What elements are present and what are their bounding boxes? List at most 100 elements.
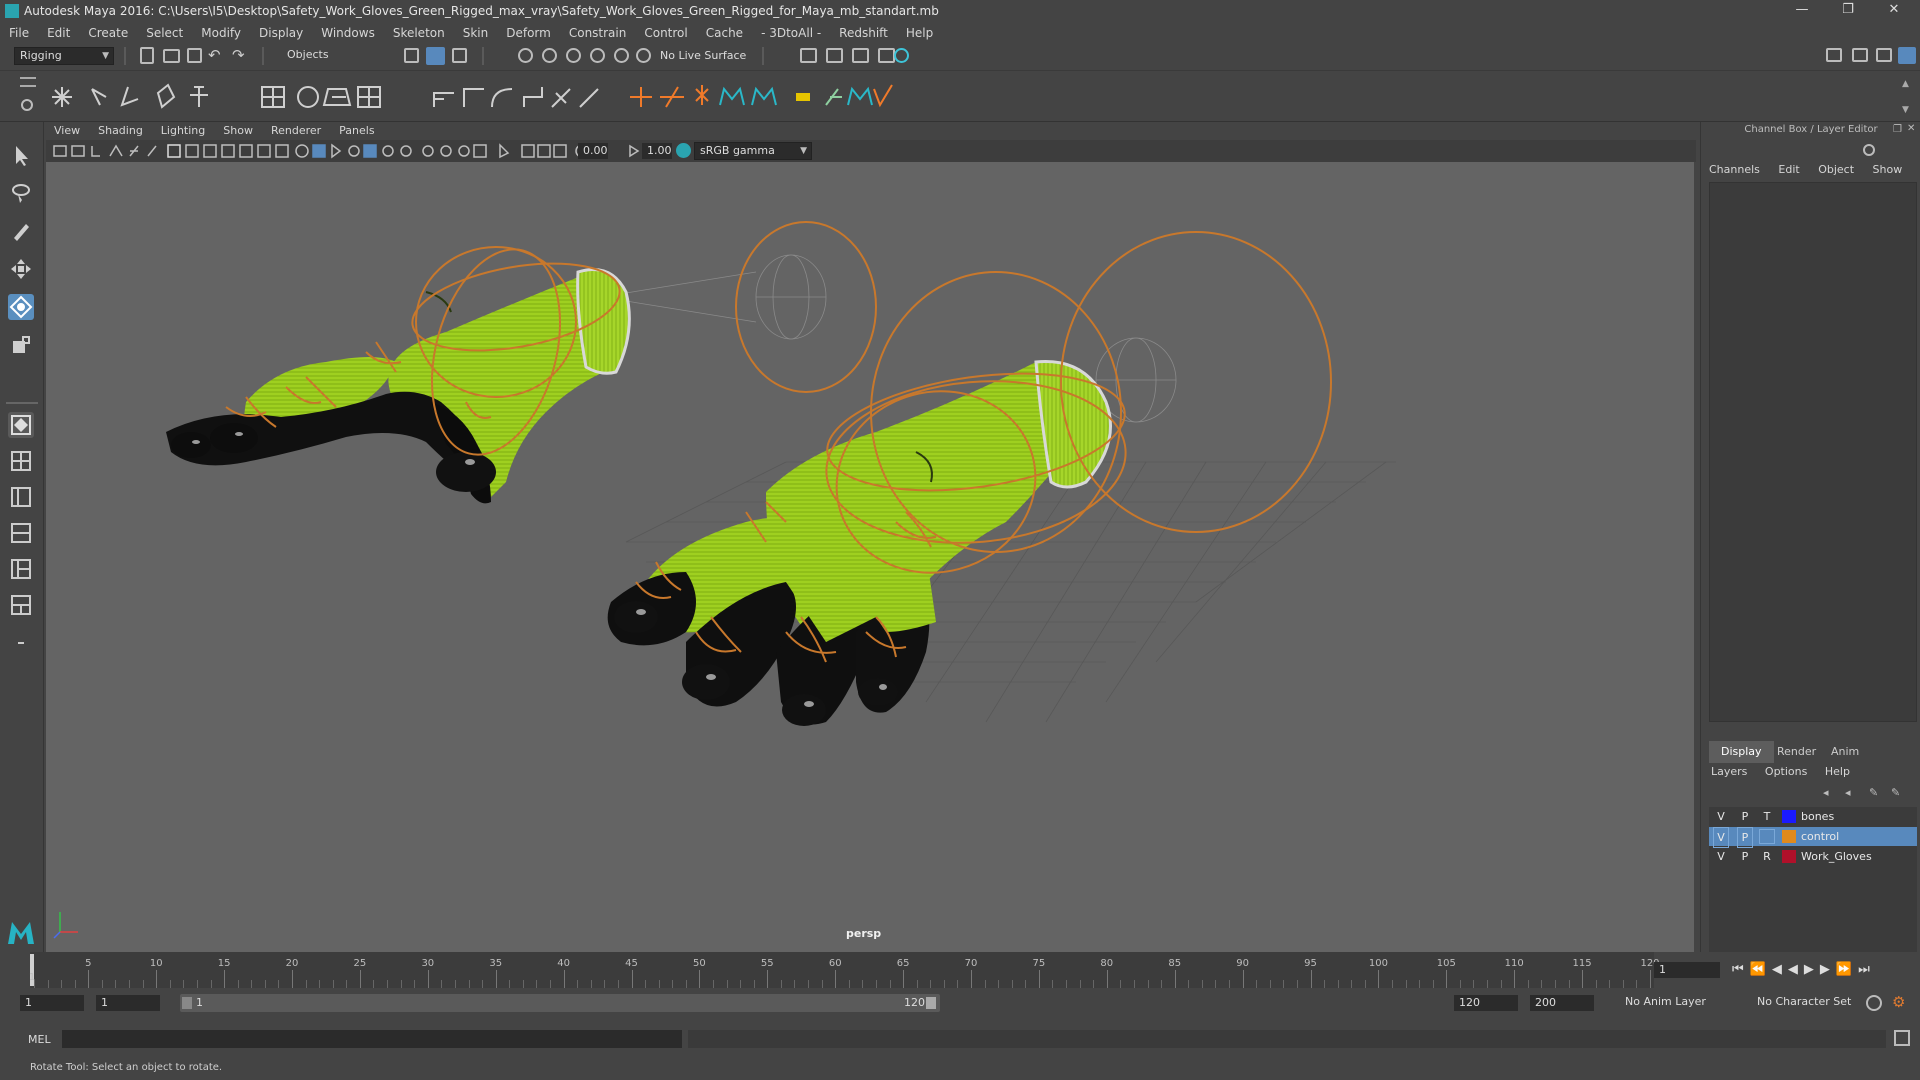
viewport-persp[interactable]: persp (46, 162, 1694, 952)
menu-edit[interactable]: Edit (38, 22, 79, 44)
new-layer-icon[interactable]: ✎ (1869, 786, 1878, 799)
layer-row-bones[interactable]: V P T bones (1709, 807, 1917, 826)
shelf-settings-icon[interactable] (21, 99, 33, 111)
persp-graph-layout[interactable] (8, 520, 34, 546)
menu-3dtoall[interactable]: - 3DtoAll - (752, 22, 830, 44)
menu-file[interactable]: File (0, 22, 38, 44)
step-forward-key-icon[interactable]: ⏩ (1836, 962, 1858, 977)
layer-playback-toggle[interactable]: P (1737, 807, 1753, 826)
layer-menu-layers[interactable]: Layers (1711, 765, 1761, 778)
layer-type-toggle[interactable]: T (1759, 807, 1775, 826)
cb-menu-edit[interactable]: Edit (1778, 163, 1814, 176)
layer-menu-options[interactable]: Options (1765, 765, 1821, 778)
magnet-icon[interactable] (636, 48, 651, 63)
range-end-handle[interactable] (926, 997, 936, 1009)
outliner-layout[interactable] (8, 592, 34, 618)
tab-anim[interactable]: Anim (1819, 741, 1871, 763)
modeling-toolkit-icon[interactable] (1826, 48, 1842, 62)
preferences-icon[interactable]: ⚙ (1892, 993, 1905, 1011)
move-layer-down-icon[interactable]: ◂ (1845, 786, 1851, 799)
move-layer-up-icon[interactable]: ◂ (1823, 786, 1829, 799)
attribute-editor-icon[interactable] (1852, 48, 1868, 62)
shelf-scroll-down-icon[interactable]: ▼ (1902, 105, 1909, 115)
scene-end-frame-field[interactable]: 200 (1530, 995, 1594, 1011)
menu-help[interactable]: Help (897, 22, 942, 44)
layer-type-toggle[interactable]: R (1759, 847, 1775, 866)
exposure-field[interactable]: 0.00 (578, 143, 608, 159)
layer-playback-toggle[interactable]: P (1737, 827, 1753, 848)
color-management-icon[interactable] (676, 143, 691, 158)
menu-redshift[interactable]: Redshift (830, 22, 897, 44)
layer-visible-toggle[interactable]: V (1713, 807, 1729, 826)
anim-layer-dropdown[interactable]: No Anim Layer (1620, 994, 1740, 1012)
layer-playback-toggle[interactable]: P (1737, 847, 1753, 866)
step-back-frame-icon[interactable]: ◀ (1772, 962, 1788, 977)
channel-box-mode-icon[interactable] (1863, 144, 1875, 156)
play-forward-icon[interactable]: ▶ (1804, 962, 1820, 977)
range-slider[interactable]: 1 120 (180, 994, 940, 1012)
scale-tool[interactable] (8, 332, 34, 358)
undo-icon[interactable]: ↶ (208, 46, 226, 64)
snap-curve-icon[interactable] (542, 48, 557, 63)
menu-skeleton[interactable]: Skeleton (384, 22, 454, 44)
layer-row-control[interactable]: V P control (1709, 827, 1917, 848)
layer-row-work-gloves[interactable]: V P R Work_Gloves (1709, 847, 1917, 866)
go-to-start-icon[interactable]: ⏮ (1732, 962, 1750, 977)
layer-menu-help[interactable]: Help (1825, 765, 1864, 778)
command-input[interactable] (62, 1030, 682, 1048)
close-button[interactable]: ✕ (1872, 0, 1916, 22)
menu-cache[interactable]: Cache (697, 22, 752, 44)
cb-menu-object[interactable]: Object (1818, 163, 1869, 176)
script-editor-icon[interactable] (1894, 1030, 1910, 1046)
panel-toolbar-icons[interactable] (50, 142, 730, 160)
snap-surface-icon[interactable] (614, 48, 629, 63)
layer-type-toggle[interactable] (1759, 829, 1775, 844)
close-panel-icon[interactable]: ✕ (1907, 123, 1915, 134)
new-scene-icon[interactable] (140, 47, 154, 64)
new-layer-selected-icon[interactable]: ✎ (1891, 786, 1900, 799)
cb-menu-show[interactable]: Show (1873, 163, 1918, 176)
render-view-icon[interactable] (878, 48, 895, 63)
play-back-icon[interactable]: ◀ (1788, 962, 1804, 977)
menu-display[interactable]: Display (250, 22, 312, 44)
gamma-field[interactable]: 1.00 (642, 143, 672, 159)
cb-menu-channels[interactable]: Channels (1709, 163, 1775, 176)
vp-menu-panels[interactable]: Panels (331, 122, 384, 140)
step-forward-frame-icon[interactable]: ▶ (1820, 962, 1836, 977)
channel-list-area[interactable] (1709, 182, 1917, 722)
vp-menu-view[interactable]: View (46, 122, 90, 140)
snap-grid-icon[interactable] (518, 48, 533, 63)
color-space-dropdown[interactable]: sRGB gamma ▼ (694, 142, 812, 160)
channel-box-toggle-icon[interactable] (1898, 47, 1916, 64)
shelf-scroll-up-icon[interactable]: ▲ (1902, 79, 1909, 89)
scene-start-frame-field[interactable]: 1 (20, 995, 84, 1011)
menu-deform[interactable]: Deform (497, 22, 560, 44)
lasso-tool[interactable] (8, 180, 34, 206)
menu-skin[interactable]: Skin (454, 22, 498, 44)
tool-settings-icon[interactable] (1876, 48, 1892, 62)
maximize-button[interactable]: ❐ (1826, 0, 1870, 22)
current-frame-field[interactable]: 1 (1654, 962, 1720, 978)
range-start-handle[interactable] (182, 997, 192, 1009)
hypershade-icon[interactable] (894, 48, 909, 63)
step-back-key-icon[interactable]: ⏪ (1750, 962, 1772, 977)
command-language-label[interactable]: MEL (28, 1033, 51, 1046)
snap-view-plane-icon[interactable] (590, 48, 605, 63)
selection-mode-dropdown[interactable]: Objects (282, 47, 382, 65)
character-set-dropdown[interactable]: No Character Set (1752, 994, 1868, 1012)
select-hierarchy-icon[interactable] (404, 48, 419, 63)
playback-controls[interactable]: ⏮⏪◀◀▶▶⏩⏭ (1732, 962, 1876, 977)
menu-control[interactable]: Control (635, 22, 696, 44)
paint-select-tool[interactable] (8, 218, 34, 244)
layer-color-swatch[interactable] (1782, 830, 1796, 843)
toolbox-collapse[interactable] (8, 630, 34, 656)
redo-icon[interactable]: ↷ (232, 46, 250, 64)
ipr-render-icon[interactable] (852, 48, 869, 63)
menu-set-dropdown[interactable]: Rigging ▼ (14, 47, 114, 65)
snap-point-icon[interactable] (566, 48, 581, 63)
playback-end-frame-field[interactable]: 120 (1454, 995, 1518, 1011)
render-settings-icon[interactable] (800, 48, 817, 63)
single-perspective-view[interactable] (8, 412, 34, 438)
menu-windows[interactable]: Windows (312, 22, 384, 44)
live-surface-label[interactable]: No Live Surface (660, 49, 746, 62)
